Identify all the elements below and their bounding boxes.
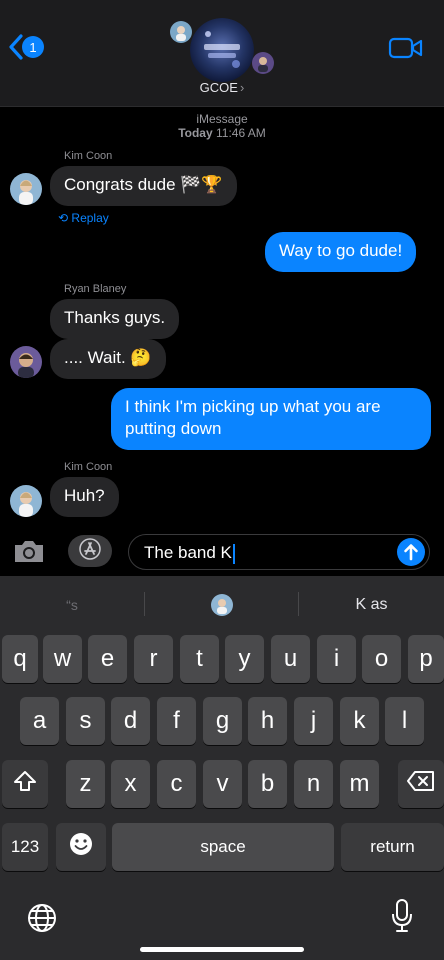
- member-avatar: [170, 21, 192, 43]
- group-name-label: GCOE: [199, 80, 238, 95]
- avatar-ryan-blaney[interactable]: [10, 346, 42, 378]
- avatar-kim-coon[interactable]: [10, 485, 42, 517]
- sender-name: Kim Coon: [64, 150, 113, 162]
- text-cursor: [232, 543, 235, 564]
- emoji-icon: [68, 831, 94, 864]
- delete-key[interactable]: [398, 760, 444, 808]
- message-input[interactable]: The band K: [128, 534, 430, 570]
- member-avatar: [252, 52, 274, 74]
- numbers-key[interactable]: 123: [2, 823, 48, 871]
- message-text: Congrats dude 🏁🏆: [64, 175, 223, 194]
- dictation-key[interactable]: [390, 898, 414, 934]
- key-b[interactable]: b: [248, 760, 287, 808]
- key-c[interactable]: c: [157, 760, 196, 808]
- key-m[interactable]: m: [340, 760, 379, 808]
- key-i[interactable]: i: [317, 635, 356, 683]
- keyboard: “s K as q w e r t y u i o p a s d f g h …: [0, 576, 444, 960]
- unread-count-badge: 1: [22, 36, 44, 58]
- microphone-icon: [390, 899, 414, 938]
- key-l[interactable]: l: [385, 697, 424, 745]
- app-store-icon: [79, 537, 101, 565]
- key-k[interactable]: k: [340, 697, 379, 745]
- arrow-up-icon: [397, 544, 425, 570]
- key-j[interactable]: j: [294, 697, 333, 745]
- camera-button[interactable]: [12, 537, 46, 565]
- key-t[interactable]: t: [180, 635, 219, 683]
- emoji-key[interactable]: [56, 823, 106, 871]
- prediction-2-avatar[interactable]: [145, 576, 298, 634]
- key-u[interactable]: u: [271, 635, 310, 683]
- message-bubble-received[interactable]: .... Wait. 🤔: [50, 339, 166, 379]
- shift-key[interactable]: [2, 760, 48, 808]
- replay-icon: ⟲: [58, 211, 69, 225]
- message-bubble-sent[interactable]: I think I'm picking up what you are putt…: [111, 388, 431, 450]
- key-g[interactable]: g: [203, 697, 242, 745]
- space-key[interactable]: space: [112, 823, 334, 871]
- key-v[interactable]: v: [203, 760, 242, 808]
- replay-effect-button[interactable]: ⟲ Replay: [58, 211, 109, 225]
- sender-name: Kim Coon: [64, 461, 113, 473]
- key-a[interactable]: a: [20, 697, 59, 745]
- key-y[interactable]: y: [225, 635, 264, 683]
- message-text: I think I'm picking up what you are putt…: [125, 397, 381, 438]
- delete-icon: [406, 770, 436, 799]
- key-w[interactable]: w: [43, 635, 82, 683]
- service-timestamp: iMessage Today 11:46 AM: [0, 112, 444, 140]
- key-s[interactable]: s: [66, 697, 105, 745]
- message-bubble-received[interactable]: Thanks guys.: [50, 299, 180, 339]
- video-camera-icon: [388, 37, 424, 64]
- service-name: iMessage: [196, 112, 248, 126]
- predictive-text-bar: “s K as: [0, 576, 444, 634]
- chevron-right-icon: ›: [239, 80, 245, 95]
- message-text: .... Wait. 🤔: [64, 348, 152, 367]
- key-d[interactable]: d: [111, 697, 150, 745]
- message-text: Huh?: [64, 486, 105, 505]
- message-bubble-sent[interactable]: Way to go dude!: [265, 232, 417, 272]
- globe-icon: [26, 904, 58, 938]
- key-q[interactable]: q: [2, 635, 38, 683]
- timestamp: Today 11:46 AM: [178, 126, 266, 140]
- group-name[interactable]: GCOE ›: [0, 80, 444, 95]
- globe-key[interactable]: [26, 902, 58, 934]
- message-input-text: The band K: [144, 543, 232, 562]
- key-x[interactable]: x: [111, 760, 150, 808]
- message-bubble-received[interactable]: Huh?: [50, 477, 119, 517]
- message-text: Way to go dude!: [279, 241, 403, 260]
- message-text: Thanks guys.: [64, 308, 166, 327]
- camera-icon: [12, 541, 46, 569]
- sender-name: Ryan Blaney: [64, 283, 127, 295]
- key-n[interactable]: n: [294, 760, 333, 808]
- key-h[interactable]: h: [248, 697, 287, 745]
- key-o[interactable]: o: [362, 635, 401, 683]
- return-key[interactable]: return: [341, 823, 444, 871]
- conversation-header: 1 GCOE ›: [0, 0, 444, 107]
- prediction-1[interactable]: “s: [0, 576, 144, 634]
- app-store-button[interactable]: [68, 535, 112, 567]
- home-indicator[interactable]: [140, 947, 304, 952]
- message-bubble-received[interactable]: Congrats dude 🏁🏆: [50, 166, 237, 206]
- back-button[interactable]: 1: [8, 32, 44, 62]
- key-z[interactable]: z: [66, 760, 105, 808]
- shift-icon: [13, 770, 37, 799]
- send-button[interactable]: [397, 538, 425, 566]
- key-f[interactable]: f: [157, 697, 196, 745]
- key-e[interactable]: e: [88, 635, 127, 683]
- facetime-video-button[interactable]: [388, 36, 424, 60]
- key-p[interactable]: p: [408, 635, 444, 683]
- prediction-3[interactable]: K as: [299, 576, 444, 634]
- key-r[interactable]: r: [134, 635, 173, 683]
- group-avatar[interactable]: [190, 18, 254, 82]
- avatar-kim-coon[interactable]: [10, 173, 42, 205]
- contact-avatar-icon: [210, 594, 233, 616]
